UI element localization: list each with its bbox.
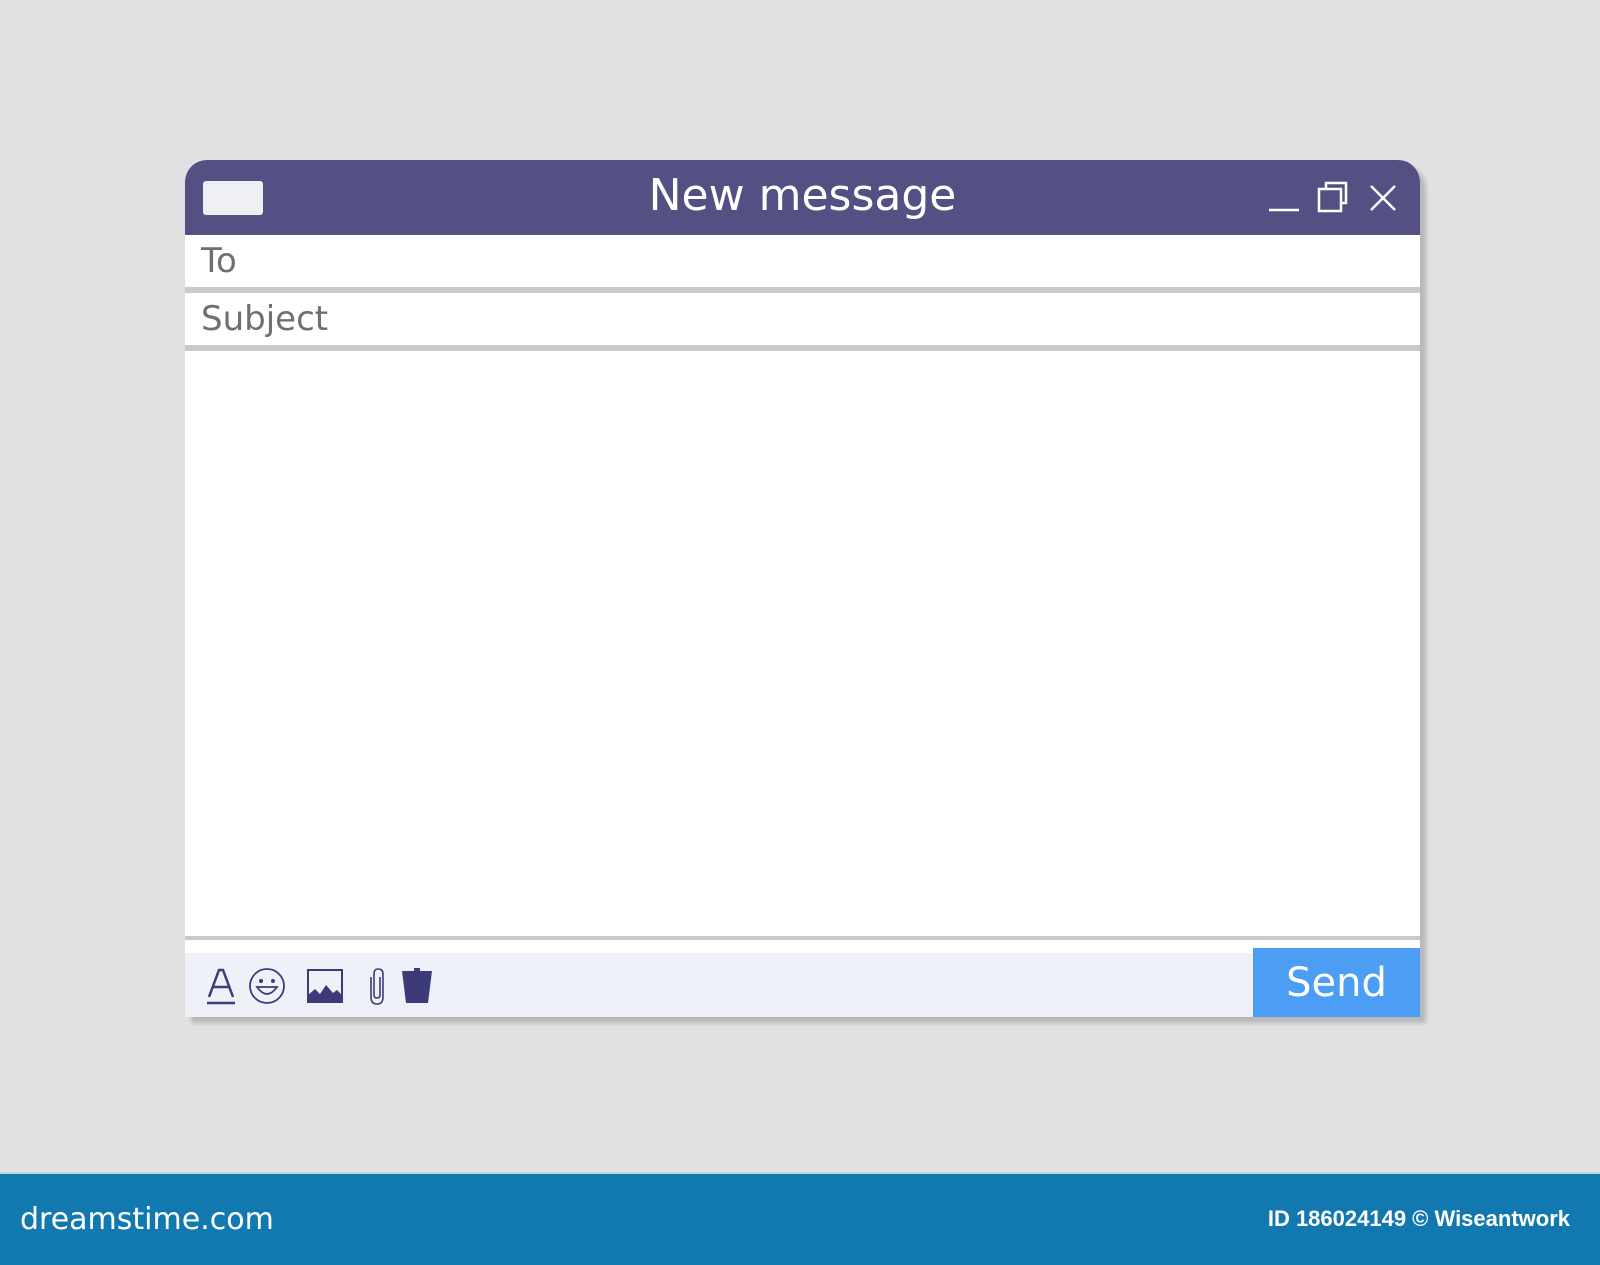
send-button[interactable]: Send bbox=[1253, 948, 1420, 1017]
paperclip-icon bbox=[370, 968, 384, 1005]
trash-icon bbox=[402, 968, 432, 1003]
to-input[interactable] bbox=[185, 235, 1420, 287]
delete-button[interactable] bbox=[397, 965, 437, 1007]
emoji-button[interactable] bbox=[247, 965, 287, 1007]
insert-image-button[interactable] bbox=[305, 965, 345, 1007]
close-button[interactable] bbox=[1365, 180, 1401, 216]
subject-input[interactable] bbox=[185, 293, 1420, 345]
restore-icon bbox=[1317, 181, 1348, 213]
format-text-button[interactable] bbox=[201, 965, 241, 1007]
minimize-button[interactable] bbox=[1266, 180, 1302, 216]
minimize-icon bbox=[1269, 208, 1299, 212]
subject-field-row bbox=[185, 293, 1420, 351]
window-title: New message bbox=[648, 170, 957, 221]
image-credit: ID 186024149 © Wiseantwork bbox=[1267, 1206, 1570, 1231]
attach-button[interactable] bbox=[357, 965, 397, 1007]
compose-toolbar bbox=[185, 953, 1420, 1017]
close-icon bbox=[1370, 185, 1396, 211]
message-body-input[interactable] bbox=[185, 351, 1420, 940]
image-icon bbox=[307, 969, 343, 1003]
to-field-row bbox=[185, 235, 1420, 293]
title-bar[interactable]: New message bbox=[185, 160, 1420, 235]
brand-logo: dreamstime.com bbox=[20, 1202, 274, 1237]
restore-button[interactable] bbox=[1315, 180, 1351, 216]
compose-window: New message To Subject Send bbox=[185, 160, 1420, 1017]
text-format-icon bbox=[207, 968, 235, 1005]
watermark-footer: dreamstime.com ID 186024149 © Wiseantwor… bbox=[0, 1172, 1600, 1265]
smiley-icon bbox=[249, 968, 285, 1004]
